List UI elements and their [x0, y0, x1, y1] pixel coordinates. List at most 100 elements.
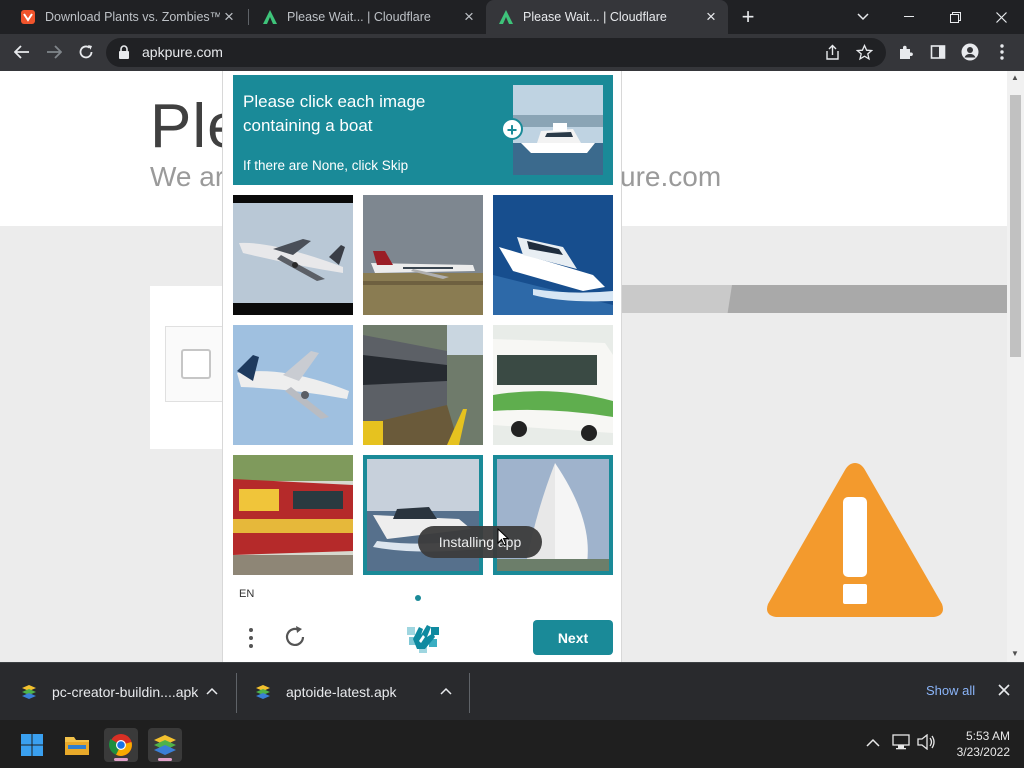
scrollbar-thumb[interactable] [1010, 95, 1021, 357]
chrome-icon [109, 734, 132, 756]
captcha-skip-hint: If there are None, click Skip [243, 158, 409, 173]
start-button[interactable] [15, 728, 49, 762]
captcha-menu-button[interactable] [241, 625, 261, 651]
airplane-image [233, 195, 353, 315]
download-shelf: pc-creator-buildin....apk aptoide-latest… [0, 662, 1024, 720]
show-all-downloads-link[interactable]: Show all [926, 683, 975, 698]
bluestacks-file-icon [256, 685, 270, 699]
file-explorer-button[interactable] [60, 728, 94, 762]
add-icon: + [501, 118, 523, 140]
share-icon[interactable] [824, 44, 841, 61]
page-subheading: We ar [150, 161, 225, 192]
tab-plants-vs-zombies[interactable]: Download Plants vs. Zombies™ 2 × [8, 0, 246, 34]
train-image [233, 455, 353, 575]
scroll-down-arrow[interactable]: ▼ [1011, 649, 1019, 658]
tab-title: Download Plants vs. Zombies™ 2 [45, 10, 220, 24]
next-button[interactable]: Next [533, 620, 613, 655]
download-filename: pc-creator-buildin....apk [52, 684, 199, 700]
avatar-icon [961, 43, 979, 61]
refresh-challenge-icon[interactable] [281, 623, 309, 651]
captcha-tile-6[interactable] [493, 325, 613, 445]
apkpure-icon [21, 10, 35, 24]
aptoide-icon [499, 10, 513, 24]
arrow-left-icon [14, 45, 29, 59]
arrow-right-icon [47, 45, 62, 59]
show-hidden-icons-button[interactable] [866, 734, 880, 750]
restore-button[interactable] [932, 0, 978, 34]
close-tab-icon[interactable]: × [702, 7, 720, 26]
bluestacks-button[interactable] [148, 728, 182, 762]
side-panel-button[interactable] [925, 39, 951, 65]
windows-logo-icon [21, 734, 43, 756]
windows-taskbar: 5:53 AM 3/23/2022 [0, 720, 1024, 768]
captcha-tile-7[interactable] [233, 455, 353, 575]
address-bar[interactable]: apkpure.com [106, 38, 886, 67]
lock-icon[interactable] [118, 45, 130, 60]
folder-icon [65, 737, 89, 755]
minimize-button[interactable] [886, 0, 932, 34]
language-selector[interactable]: EN [239, 588, 254, 600]
star-icon[interactable] [856, 44, 873, 61]
airplane-on-runway-image [363, 195, 483, 315]
aptoide-icon [263, 10, 277, 24]
captcha-tile-1[interactable] [233, 195, 353, 315]
captcha-tile-3[interactable] [493, 195, 613, 315]
restore-icon [949, 11, 961, 23]
mouse-cursor-icon [497, 528, 509, 546]
page-scrollbar[interactable]: ▲ ▼ [1007, 71, 1024, 662]
chevron-up-icon[interactable] [440, 683, 452, 698]
reload-button[interactable] [73, 39, 99, 65]
side-panel-icon [930, 45, 946, 59]
profile-button[interactable] [957, 39, 983, 65]
download-filename: aptoide-latest.apk [286, 684, 397, 700]
hcaptcha-logo-icon[interactable] [405, 621, 441, 655]
volume-control[interactable] [917, 733, 935, 753]
captcha-tile-2[interactable] [363, 195, 483, 315]
captcha-tile-4[interactable] [233, 325, 353, 445]
clock-time: 5:53 AM [965, 729, 1010, 743]
tab-separator [248, 9, 249, 25]
example-image[interactable] [513, 85, 603, 175]
forward-button[interactable] [41, 39, 67, 65]
kebab-menu-icon [1000, 44, 1004, 60]
network-status[interactable] [892, 734, 910, 753]
scroll-up-arrow[interactable]: ▲ [1011, 73, 1019, 82]
new-tab-button[interactable]: + [736, 4, 760, 29]
url-text[interactable]: apkpure.com [142, 44, 223, 60]
tab-search-button[interactable] [840, 0, 886, 34]
close-tab-icon[interactable]: × [460, 7, 478, 26]
chevron-up-icon[interactable] [206, 683, 218, 698]
captcha-tile-5[interactable] [363, 325, 483, 445]
back-button[interactable] [9, 39, 35, 65]
browser-toolbar: apkpure.com [0, 34, 1024, 71]
tab-cloudflare-2[interactable]: Please Wait... | Cloudflare × [486, 0, 728, 34]
tab-title: Please Wait... | Cloudflare [523, 10, 667, 24]
close-icon [995, 11, 1007, 23]
bluestacks-file-icon [22, 685, 36, 699]
tab-cloudflare-1[interactable]: Please Wait... | Cloudflare × [250, 0, 486, 34]
bluestacks-icon [154, 735, 176, 755]
system-clock[interactable]: 5:53 AM 3/23/2022 [940, 728, 1010, 760]
speaker-icon [917, 733, 935, 751]
page-divider-bar-light [622, 285, 732, 313]
chevron-down-icon [857, 13, 869, 21]
extensions-button[interactable] [893, 39, 919, 65]
train-image [363, 325, 483, 445]
close-tab-icon[interactable]: × [220, 7, 238, 26]
captcha-prompt-text: Please click each image containing a boa… [243, 92, 426, 135]
yacht-image [493, 195, 613, 315]
chrome-button[interactable] [104, 728, 138, 762]
verify-checkbox[interactable] [181, 349, 211, 379]
installing-app-toast: Installing app [418, 526, 542, 558]
download-item-1[interactable]: pc-creator-buildin....apk [20, 663, 218, 721]
warning-icon [767, 463, 943, 617]
close-window-button[interactable] [978, 0, 1024, 34]
captcha-challenge: Please click each image containing a boa… [222, 71, 622, 662]
chevron-up-icon [866, 738, 880, 747]
download-item-2[interactable]: aptoide-latest.apk [254, 663, 452, 721]
shelf-separator [236, 673, 237, 713]
reload-icon [79, 45, 93, 59]
captcha-prompt: Please click each image containing a boa… [233, 75, 613, 185]
close-shelf-icon[interactable] [998, 680, 1010, 701]
menu-button[interactable] [989, 39, 1015, 65]
